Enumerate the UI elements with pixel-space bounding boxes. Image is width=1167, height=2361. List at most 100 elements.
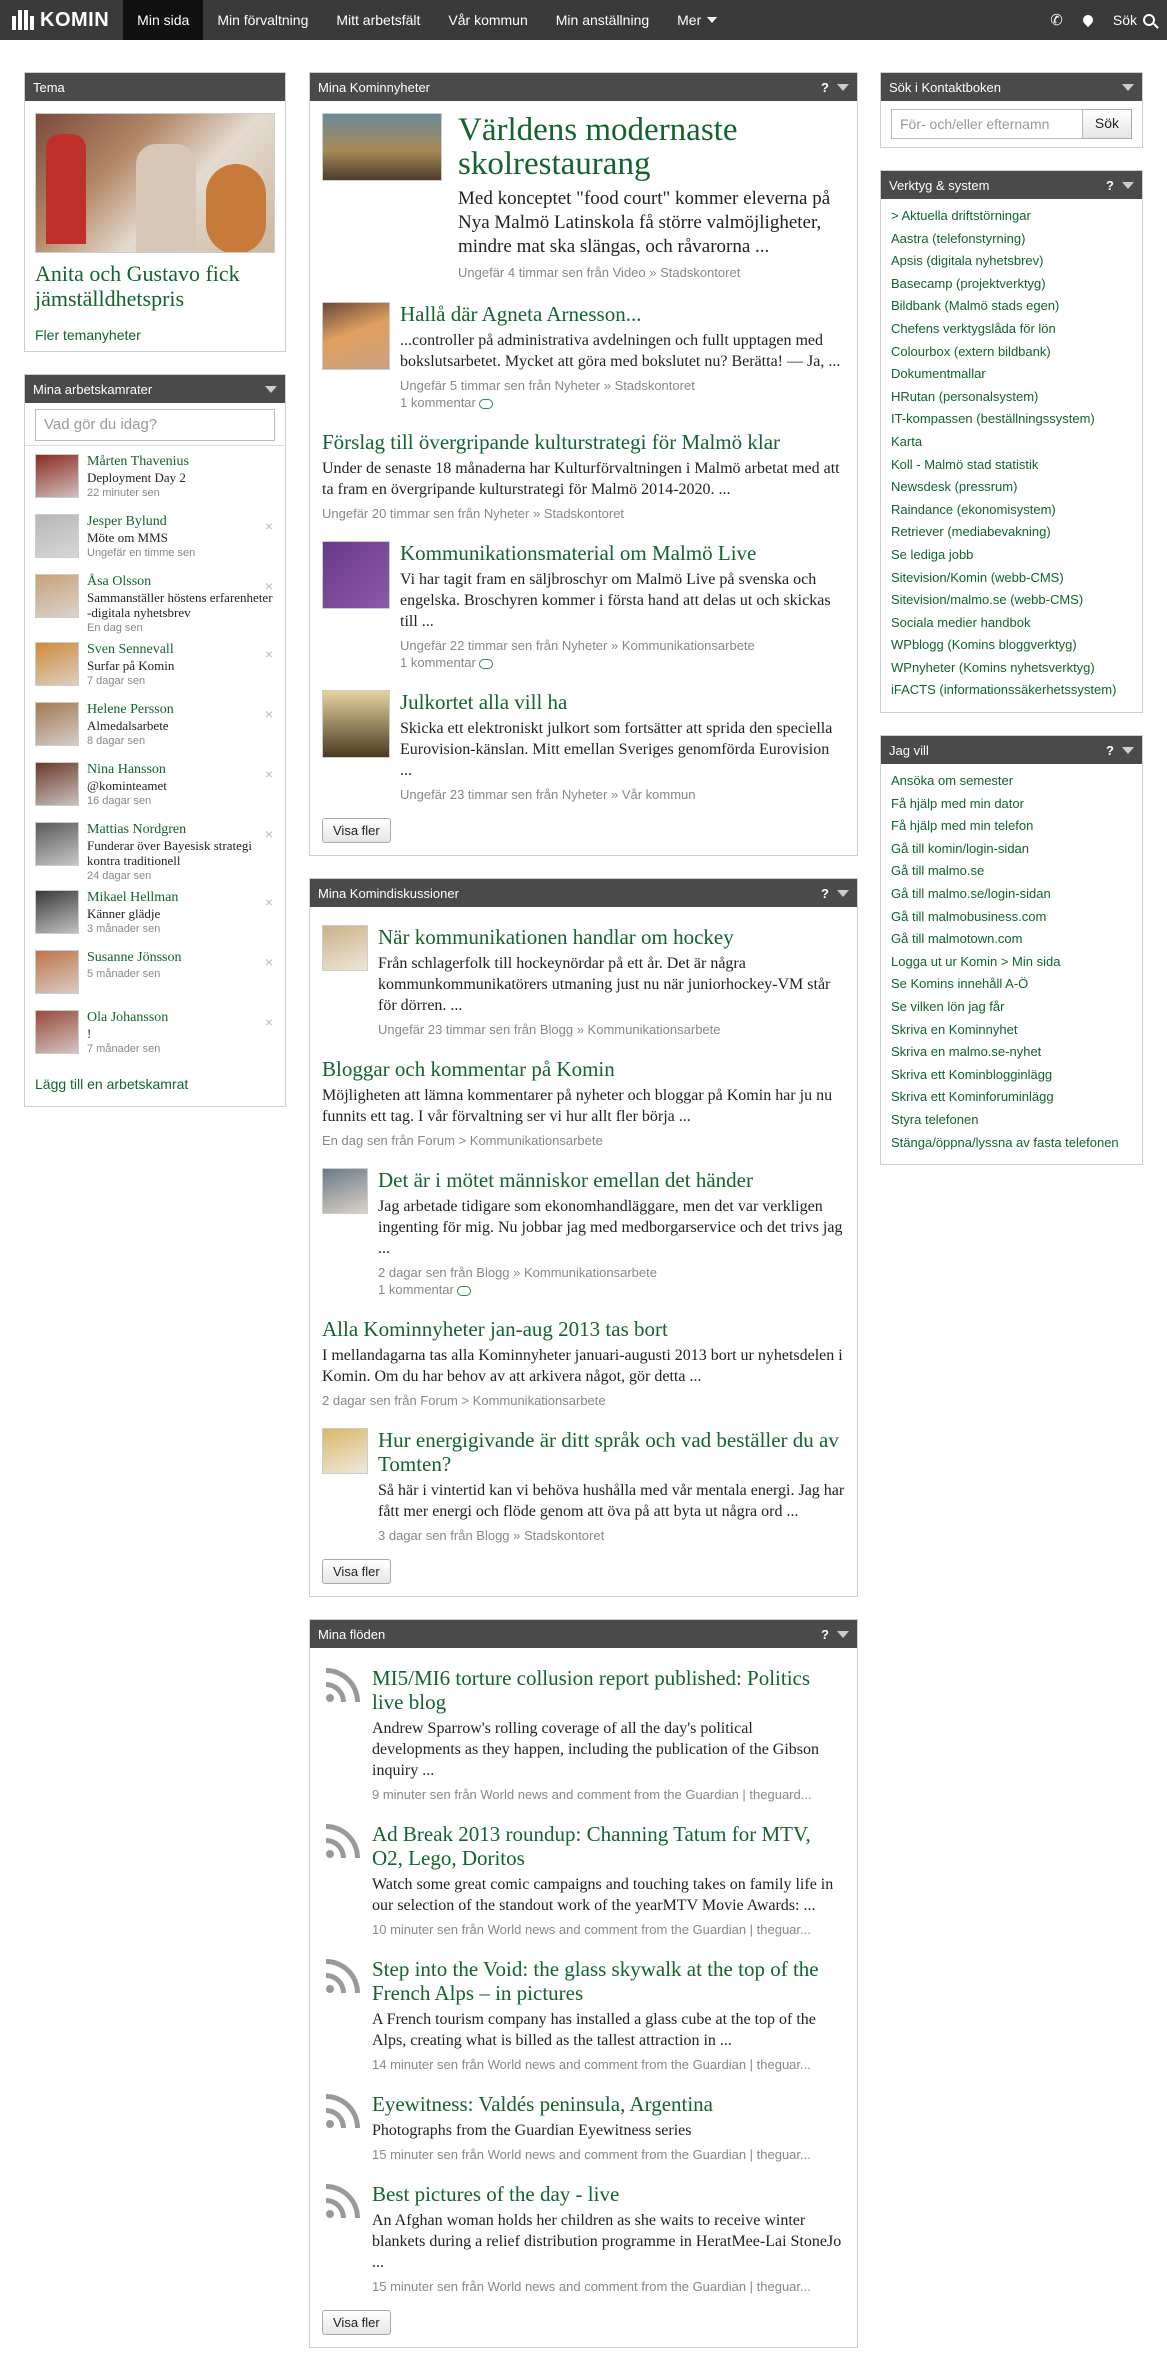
- status-input[interactable]: Vad gör du idag?: [35, 409, 275, 441]
- help-icon[interactable]: ?: [821, 80, 829, 95]
- want-link[interactable]: Gå till malmo.se: [891, 860, 1132, 883]
- news-more-button[interactable]: Visa fler: [322, 818, 391, 843]
- tool-link[interactable]: Bildbank (Malmö stads egen): [891, 295, 1132, 318]
- tool-link[interactable]: WPnyheter (Komins nyhetsverktyg): [891, 657, 1132, 680]
- tool-link[interactable]: Retriever (mediabevakning): [891, 521, 1132, 544]
- tool-link[interactable]: Apsis (digitala nyhetsbrev): [891, 250, 1132, 273]
- want-link[interactable]: Få hjälp med min telefon: [891, 815, 1132, 838]
- remove-icon[interactable]: ×: [265, 706, 273, 722]
- tool-link[interactable]: Raindance (ekonomisystem): [891, 499, 1132, 522]
- feed-title[interactable]: Ad Break 2013 roundup: Channing Tatum fo…: [372, 1822, 845, 1870]
- want-link[interactable]: Skriva en malmo.se-nyhet: [891, 1041, 1132, 1064]
- discussion-title[interactable]: Det är i mötet människor emellan det hän…: [378, 1168, 845, 1192]
- komin-logo[interactable]: KOMIN: [0, 0, 123, 40]
- tool-link[interactable]: iFACTS (informationssäkerhetssystem): [891, 679, 1132, 702]
- news-thumbnail[interactable]: [322, 302, 390, 370]
- feature-title[interactable]: Världens modernaste skolrestaurang: [458, 113, 845, 181]
- news-title[interactable]: Hallå där Agneta Arnesson...: [400, 302, 845, 326]
- collapse-icon[interactable]: [837, 1630, 849, 1638]
- avatar[interactable]: [35, 514, 79, 558]
- tema-title[interactable]: Anita och Gustavo fick jämställdhetspris: [35, 261, 275, 311]
- collapse-icon[interactable]: [837, 889, 849, 897]
- tool-link[interactable]: Sitevision/Komin (webb-CMS): [891, 567, 1132, 590]
- nav-mitt-arbetsfalt[interactable]: Mitt arbetsfält: [322, 0, 434, 40]
- feed-title[interactable]: Best pictures of the day - live: [372, 2182, 845, 2206]
- colleague-name[interactable]: Mikael Hellman: [87, 890, 178, 906]
- collapse-icon[interactable]: [1122, 181, 1134, 189]
- collapse-icon[interactable]: [1122, 746, 1134, 754]
- contact-search-input[interactable]: För- och/eller efternamn: [891, 109, 1083, 139]
- avatar[interactable]: [35, 642, 79, 686]
- tool-link[interactable]: Aastra (telefonstyrning): [891, 228, 1132, 251]
- want-link[interactable]: Gå till komin/login-sidan: [891, 838, 1132, 861]
- tool-link[interactable]: Sociala medier handbok: [891, 612, 1132, 635]
- discussion-thumbnail[interactable]: [322, 1428, 368, 1474]
- colleague-name[interactable]: Mattias Nordgren: [87, 822, 275, 838]
- colleague-name[interactable]: Åsa Olsson: [87, 574, 275, 590]
- remove-icon[interactable]: ×: [265, 954, 273, 970]
- tool-link[interactable]: Newsdesk (pressrum): [891, 476, 1132, 499]
- tool-link[interactable]: Sitevision/malmo.se (webb-CMS): [891, 589, 1132, 612]
- feed-title[interactable]: MI5/MI6 torture collusion report publish…: [372, 1666, 845, 1714]
- phone-icon[interactable]: ✆: [1050, 11, 1063, 29]
- news-thumbnail[interactable]: [322, 541, 390, 609]
- tool-link[interactable]: IT-kompassen (beställningssystem): [891, 408, 1132, 431]
- want-link[interactable]: Stänga/öppna/lyssna av fasta telefonen: [891, 1132, 1132, 1155]
- remove-icon[interactable]: ×: [265, 894, 273, 910]
- want-link[interactable]: Ansöka om semester: [891, 770, 1132, 793]
- news-title[interactable]: Julkortet alla vill ha: [400, 690, 845, 714]
- feeds-more-button[interactable]: Visa fler: [322, 2310, 391, 2335]
- tool-link[interactable]: Dokumentmallar: [891, 363, 1132, 386]
- discussion-thumbnail[interactable]: [322, 925, 368, 971]
- want-link[interactable]: Skriva ett Kominforuminlägg: [891, 1086, 1132, 1109]
- remove-icon[interactable]: ×: [265, 826, 273, 842]
- want-link[interactable]: Få hjälp med min dator: [891, 793, 1132, 816]
- contact-search-button[interactable]: Sök: [1082, 109, 1132, 139]
- want-link[interactable]: Se Komins innehåll A-Ö: [891, 973, 1132, 996]
- search-button[interactable]: Sök: [1113, 12, 1159, 29]
- discussions-more-button[interactable]: Visa fler: [322, 1559, 391, 1584]
- nav-min-anstallning[interactable]: Min anställning: [542, 0, 663, 40]
- tool-link[interactable]: Colourbox (extern bildbank): [891, 341, 1132, 364]
- discussion-title[interactable]: Bloggar och kommentar på Komin: [322, 1057, 845, 1081]
- remove-icon[interactable]: ×: [265, 1014, 273, 1030]
- colleague-name[interactable]: Jesper Bylund: [87, 514, 195, 530]
- remove-icon[interactable]: ×: [265, 578, 273, 594]
- avatar[interactable]: [35, 454, 79, 498]
- discussion-thumbnail[interactable]: [322, 1168, 368, 1214]
- help-icon[interactable]: ?: [1106, 178, 1114, 193]
- colleague-name[interactable]: Susanne Jönsson: [87, 950, 182, 966]
- discussion-title[interactable]: Hur energigivande är ditt språk och vad …: [378, 1428, 845, 1476]
- remove-icon[interactable]: ×: [265, 766, 273, 782]
- want-link[interactable]: Skriva en Kominnyhet: [891, 1019, 1132, 1042]
- avatar[interactable]: [35, 702, 79, 746]
- tool-link[interactable]: Basecamp (projektverktyg): [891, 273, 1132, 296]
- tema-more-link[interactable]: Fler temanyheter: [35, 327, 275, 343]
- want-link[interactable]: Gå till malmo.se/login-sidan: [891, 883, 1132, 906]
- news-comments[interactable]: 1 kommentar: [400, 655, 845, 670]
- colleague-name[interactable]: Sven Sennevall: [87, 642, 174, 658]
- tool-link[interactable]: Koll - Malmö stad statistik: [891, 454, 1132, 477]
- avatar[interactable]: [35, 1010, 79, 1054]
- tool-link[interactable]: Se lediga jobb: [891, 544, 1132, 567]
- add-colleague-link[interactable]: Lägg till en arbetskamrat: [35, 1076, 275, 1092]
- tool-link[interactable]: Chefens verktygslåda för lön: [891, 318, 1132, 341]
- want-link[interactable]: Gå till malmotown.com: [891, 928, 1132, 951]
- nav-mer[interactable]: Mer: [663, 0, 731, 40]
- remove-icon[interactable]: ×: [265, 646, 273, 662]
- colleague-name[interactable]: Nina Hansson: [87, 762, 167, 778]
- tool-link[interactable]: WPblogg (Komins bloggverktyg): [891, 634, 1132, 657]
- want-link[interactable]: Gå till malmobusiness.com: [891, 906, 1132, 929]
- nav-min-sida[interactable]: Min sida: [123, 0, 204, 40]
- tema-photo[interactable]: [35, 113, 275, 253]
- feed-title[interactable]: Step into the Void: the glass skywalk at…: [372, 1957, 845, 2005]
- avatar[interactable]: [35, 890, 79, 934]
- help-icon[interactable]: ?: [821, 886, 829, 901]
- colleague-name[interactable]: Mårten Thavenius: [87, 454, 189, 470]
- tool-link[interactable]: > Aktuella driftstörningar: [891, 205, 1132, 228]
- news-title[interactable]: Kommunikationsmaterial om Malmö Live: [400, 541, 845, 565]
- avatar[interactable]: [35, 950, 79, 994]
- collapse-icon[interactable]: [1122, 83, 1134, 91]
- discussion-comments[interactable]: 1 kommentar: [378, 1282, 845, 1297]
- help-icon[interactable]: ?: [1106, 743, 1114, 758]
